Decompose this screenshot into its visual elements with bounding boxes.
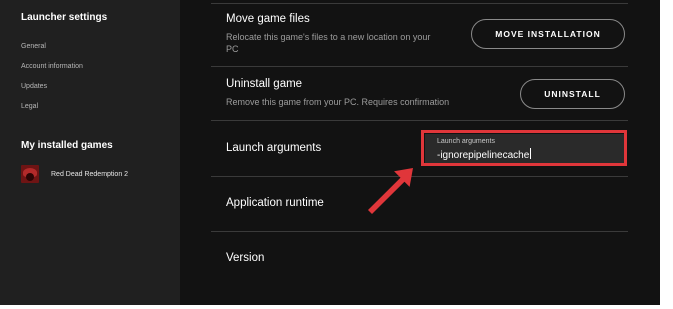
- move-files-title: Move game files: [226, 13, 310, 25]
- launch-arguments-field-label: Launch arguments: [437, 138, 495, 145]
- rdr2-game-icon: [21, 165, 39, 183]
- sidebar-item-account-information[interactable]: Account information: [21, 63, 83, 70]
- move-installation-button[interactable]: MOVE INSTALLATION: [471, 19, 625, 49]
- sidebar-item-updates[interactable]: Updates: [21, 83, 47, 90]
- uninstall-button[interactable]: UNINSTALL: [520, 79, 625, 109]
- game-name: Red Dead Redemption 2: [51, 170, 129, 178]
- divider: [211, 231, 628, 232]
- launch-arguments-value[interactable]: -ignorepipelinecache: [437, 148, 532, 161]
- installed-games-heading: My installed games: [21, 140, 113, 151]
- launch-arguments-title: Launch arguments: [226, 142, 322, 154]
- sidebar: Launcher settings General Account inform…: [0, 0, 180, 305]
- launch-arguments-text: -ignorepipelinecache: [437, 150, 530, 161]
- divider: [211, 120, 628, 121]
- uninstall-desc: Remove this game from your PC. Requires …: [226, 97, 450, 107]
- page-margin-right: [660, 0, 673, 309]
- launcher-window: Launcher settings General Account inform…: [0, 0, 660, 305]
- divider: [211, 176, 628, 177]
- divider: [211, 3, 628, 4]
- sidebar-title: Launcher settings: [21, 12, 108, 23]
- uninstall-title: Uninstall game: [226, 78, 303, 90]
- version-title: Version: [226, 252, 265, 264]
- red-arrow-icon: [368, 168, 413, 214]
- page-margin-bottom: [0, 305, 673, 309]
- application-runtime-title[interactable]: Application runtime: [226, 197, 324, 209]
- sidebar-item-general[interactable]: General: [21, 43, 46, 50]
- divider: [211, 66, 628, 67]
- game-settings-panel: Move game files Relocate this game's fil…: [180, 0, 660, 305]
- launch-arguments-field[interactable]: Launch arguments -ignorepipelinecache: [425, 134, 624, 164]
- sidebar-item-legal[interactable]: Legal: [21, 103, 38, 110]
- text-caret: [530, 148, 532, 159]
- game-item-rdr2[interactable]: Red Dead Redemption 2: [21, 165, 128, 183]
- move-files-desc-line2: PC: [226, 44, 239, 54]
- move-files-desc-line1: Relocate this game's files to a new loca…: [226, 32, 431, 42]
